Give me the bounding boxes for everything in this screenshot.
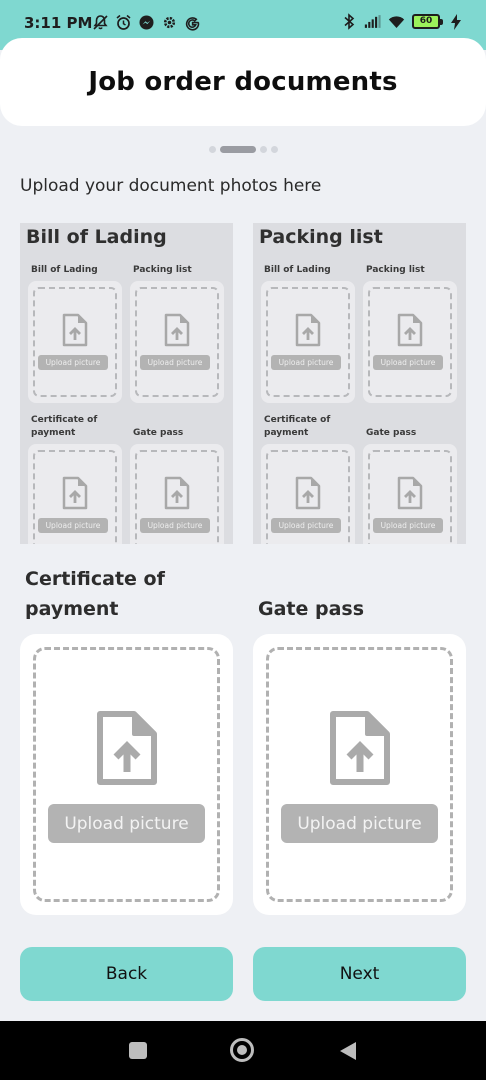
mini-label: Bill of Lading — [31, 265, 98, 275]
certificate-of-payment-upload-card[interactable]: Upload picture — [20, 634, 233, 915]
alarm-icon — [115, 14, 132, 31]
gate-pass-label: Gate pass — [258, 598, 365, 620]
mini-label: Bill of Lading — [264, 265, 331, 275]
mini-label: Gate pass — [133, 428, 184, 438]
certificate-of-payment-label: Certificate of payment — [25, 568, 165, 620]
mini-upload-button: Upload picture — [140, 518, 210, 533]
file-upload-icon — [164, 476, 190, 510]
preview-title: Packing list — [259, 226, 383, 248]
mini-upload-button: Upload picture — [271, 518, 341, 533]
mini-upload-card: Upload picture — [130, 444, 224, 544]
mini-label: Packing list — [366, 265, 425, 275]
mini-upload-button: Upload picture — [38, 518, 108, 533]
file-upload-icon — [295, 476, 321, 510]
status-time: 3:11 PM — [24, 14, 93, 32]
mini-upload-card: Upload picture — [261, 281, 355, 403]
back-triangle-icon[interactable] — [338, 1040, 358, 1062]
settings-gear-icon — [161, 14, 178, 31]
messenger-icon — [138, 14, 155, 31]
preview-title: Bill of Lading — [26, 226, 167, 248]
file-upload-icon — [97, 711, 157, 785]
pager-dots — [0, 146, 486, 153]
mini-upload-card: Upload picture — [28, 281, 122, 403]
file-upload-icon — [397, 313, 423, 347]
mini-upload-card: Upload picture — [130, 281, 224, 403]
next-button[interactable]: Next — [253, 947, 466, 1001]
mini-label: Certificate of payment — [31, 415, 98, 438]
file-upload-icon — [164, 313, 190, 347]
system-nav-bar — [0, 1021, 486, 1080]
instruction-text: Upload your document photos here — [20, 176, 322, 196]
file-upload-icon — [295, 313, 321, 347]
back-button[interactable]: Back — [20, 947, 233, 1001]
preview-bill-of-lading[interactable]: Bill of Lading Bill of Lading Packing li… — [20, 223, 233, 544]
gate-pass-upload-card[interactable]: Upload picture — [253, 634, 466, 915]
mini-upload-card: Upload picture — [261, 444, 355, 544]
file-upload-icon — [397, 476, 423, 510]
mini-upload-button: Upload picture — [140, 355, 210, 370]
upload-picture-button[interactable]: Upload picture — [48, 804, 205, 843]
pager-dot — [270, 146, 278, 153]
page-title: Job order documents — [88, 67, 398, 97]
mini-label: Packing list — [133, 265, 192, 275]
google-icon — [184, 14, 201, 31]
signal-bars-icon — [364, 13, 381, 30]
pager-dot — [259, 146, 267, 153]
pager-dot — [208, 146, 216, 153]
mini-upload-button: Upload picture — [373, 518, 443, 533]
mini-upload-card: Upload picture — [363, 444, 457, 544]
charging-icon — [447, 13, 464, 30]
mini-upload-button: Upload picture — [38, 355, 108, 370]
mini-label: Certificate of payment — [264, 415, 331, 438]
mini-upload-button: Upload picture — [271, 355, 341, 370]
preview-packing-list[interactable]: Packing list Bill of Lading Packing list… — [253, 223, 466, 544]
status-right-icons: 60 — [340, 13, 464, 30]
mini-upload-card: Upload picture — [363, 281, 457, 403]
mini-upload-card: Upload picture — [28, 444, 122, 544]
home-icon[interactable] — [230, 1038, 254, 1062]
mini-label: Gate pass — [366, 428, 417, 438]
battery-level: 60 — [419, 16, 433, 26]
recent-apps-icon[interactable] — [129, 1042, 147, 1059]
title-card: Job order documents — [0, 38, 486, 126]
file-upload-icon — [62, 313, 88, 347]
mini-upload-button: Upload picture — [373, 355, 443, 370]
wifi-icon — [388, 13, 405, 30]
battery-icon: 60 — [412, 14, 443, 29]
bluetooth-icon — [340, 13, 357, 30]
muted-notification-icon — [92, 14, 109, 31]
upload-picture-button[interactable]: Upload picture — [281, 804, 438, 843]
status-left-icons — [92, 14, 201, 31]
file-upload-icon — [330, 711, 390, 785]
pager-dot-active — [219, 146, 256, 153]
file-upload-icon — [62, 476, 88, 510]
